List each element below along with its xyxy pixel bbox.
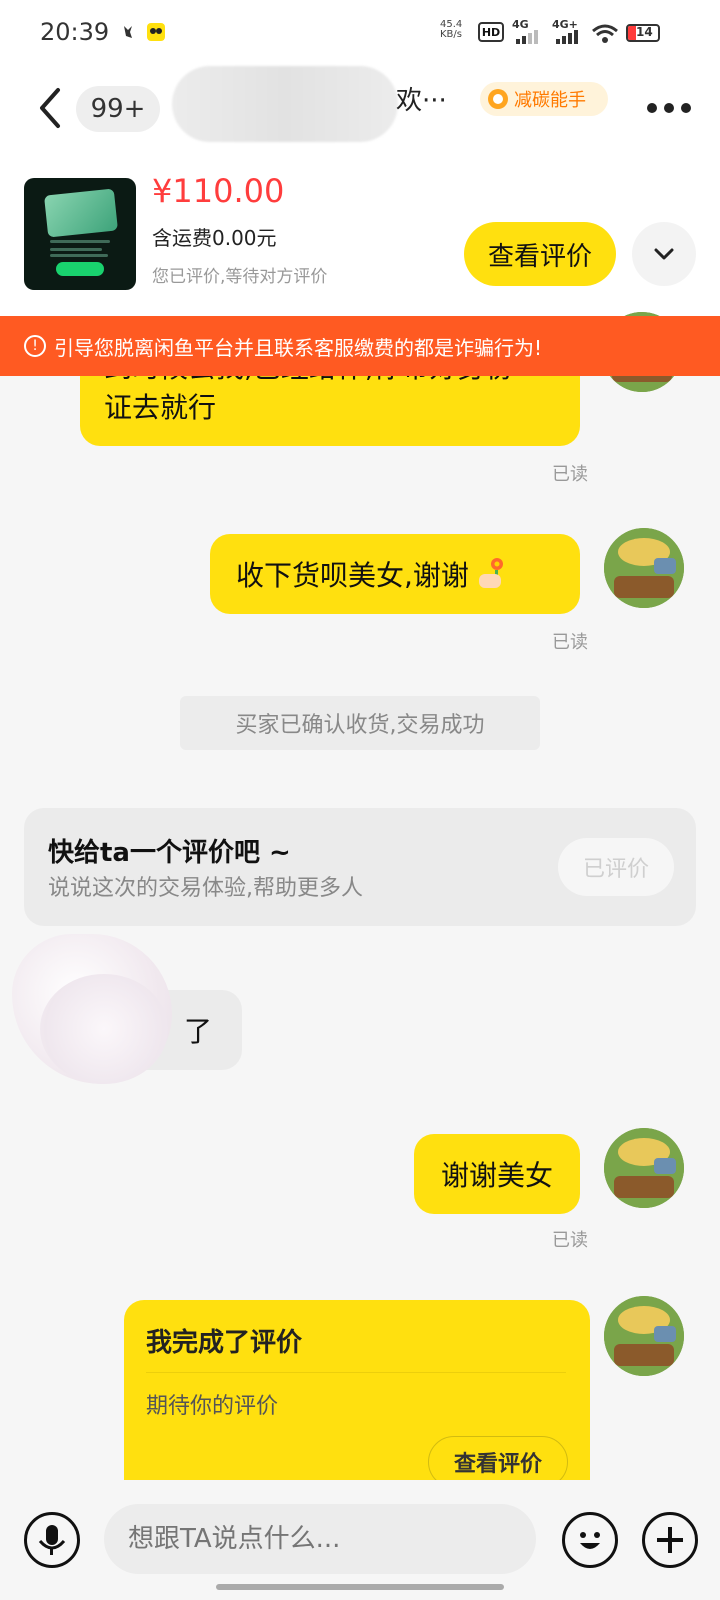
carbon-badge[interactable]: 减碳能手 <box>480 82 608 116</box>
message-text: 收下货呗美女,谢谢 <box>236 559 469 592</box>
message-input[interactable] <box>104 1504 536 1574</box>
self-avatar[interactable] <box>604 1128 684 1208</box>
review-status-note: 您已评价,等待对方评价 <box>152 267 328 287</box>
warning-text: 引导您脱离闲鱼平台并且联系客服缴费的都是诈骗行为! <box>54 335 543 360</box>
wifi-icon <box>592 24 618 43</box>
notification-icon <box>124 26 132 38</box>
carbon-badge-icon <box>488 89 508 109</box>
warning-icon: ! <box>24 335 46 357</box>
signal-sim1-icon <box>516 30 538 44</box>
review-prompt-subtitle: 说说这次的交易体验,帮助更多人 <box>48 876 363 901</box>
review-prompt-title: 快给ta一个评价吧 ~ <box>48 838 291 868</box>
battery-level: 14 <box>636 25 653 39</box>
emoji-icon <box>580 1532 600 1549</box>
self-avatar[interactable] <box>604 528 684 608</box>
shipping-fee: 含运费0.00元 <box>152 226 277 250</box>
battery-icon: 14 <box>626 24 660 42</box>
expand-button[interactable] <box>632 222 696 286</box>
system-message: 买家已确认收货,交易成功 <box>180 696 540 750</box>
avatar-image <box>604 528 684 608</box>
emoji-button[interactable] <box>562 1512 618 1568</box>
view-review-button[interactable]: 查看评价 <box>464 222 616 286</box>
net-speed: 45.4 KB/s <box>440 20 462 40</box>
review-complete-title: 我完成了评价 <box>146 1328 303 1358</box>
plus-icon <box>657 1527 683 1553</box>
already-reviewed-button[interactable]: 已评价 <box>558 838 674 896</box>
status-time: 20:39 <box>40 18 110 46</box>
unread-count-badge[interactable]: 99+ <box>76 86 160 132</box>
carbon-badge-label: 减碳能手 <box>514 90 586 111</box>
read-receipt: 已读 <box>552 1230 588 1251</box>
message-bubble-self: 收下货呗美女,谢谢 <box>210 534 580 614</box>
home-indicator[interactable] <box>216 1584 504 1590</box>
flower-thumbs-up-emoji-icon <box>478 558 503 588</box>
microphone-icon <box>38 1525 66 1555</box>
contact-name-redacted <box>172 66 398 142</box>
message-text-line2: 证去就行 <box>104 391 217 424</box>
message-redaction <box>40 974 168 1084</box>
product-thumbnail[interactable] <box>24 178 136 290</box>
avatar-image <box>604 1128 684 1208</box>
hd-icon: HD <box>478 22 504 42</box>
fraud-warning-banner: ! 引导您脱离闲鱼平台并且联系客服缴费的都是诈骗行为! <box>0 316 720 376</box>
review-complete-text: 期待你的评价 <box>146 1394 279 1419</box>
read-receipt: 已读 <box>552 464 588 485</box>
more-options-icon[interactable] <box>646 100 692 116</box>
net-speed-unit: KB/s <box>440 29 462 40</box>
back-arrow-icon[interactable] <box>32 86 72 130</box>
message-text: 了 <box>183 1015 212 1048</box>
app-badge-icon <box>147 23 165 41</box>
self-avatar[interactable] <box>604 1296 684 1376</box>
more-actions-button[interactable] <box>642 1512 698 1568</box>
voice-button[interactable] <box>24 1512 80 1568</box>
chevron-down-icon <box>654 248 674 260</box>
divider <box>146 1372 566 1373</box>
read-receipt: 已读 <box>552 632 588 653</box>
product-price: ¥110.00 <box>152 172 285 210</box>
message-text: 谢谢美女 <box>440 1159 553 1192</box>
contact-name-tail: 欢··· <box>396 86 447 116</box>
message-bubble-self: 谢谢美女 <box>414 1134 580 1214</box>
hd-label: HD <box>481 25 501 39</box>
avatar-image <box>604 1296 684 1376</box>
signal-sim2-icon <box>556 30 578 44</box>
